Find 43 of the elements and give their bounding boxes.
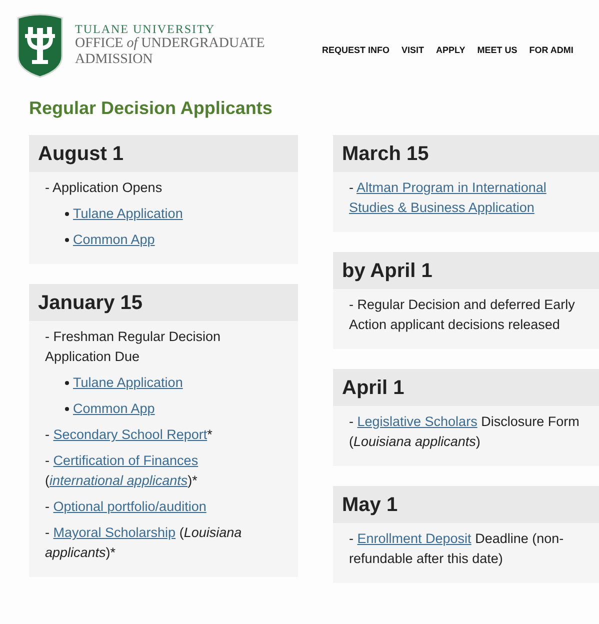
link[interactable]: Common App <box>73 399 155 419</box>
deadline-item: - Optional portfolio/audition <box>45 498 208 516</box>
deadline-item: - Legislative Scholars Disclosure Form (Louisiana applicants) <box>349 413 580 451</box>
link[interactable]: Mayoral Scholarship <box>53 525 176 540</box>
deadline-item: - Altman Program in International Studies & Business Application <box>349 179 548 217</box>
nav-link[interactable]: MEET US <box>477 45 518 55</box>
link[interactable]: international applicants <box>50 473 188 488</box>
nav-link[interactable]: APPLY <box>436 45 466 55</box>
link[interactable]: Common App <box>73 230 155 250</box>
office-name: ADMISSION <box>75 52 154 68</box>
bullet-icon <box>65 407 69 411</box>
bullet-icon <box>65 381 69 385</box>
university-name: TULANE UNIVERSITY <box>75 22 216 36</box>
link[interactable]: Tulane Application <box>73 204 183 224</box>
deadline-date: by April 1 <box>333 252 599 289</box>
deadline-date: August 1 <box>29 135 298 172</box>
link[interactable]: Tulane Application <box>73 373 183 393</box>
nav-link[interactable]: REQUEST INFO <box>322 45 390 55</box>
deadline-item: - Application Opens <box>45 179 164 197</box>
deadline-item: - Freshman Regular Decision Application Due <box>45 328 222 366</box>
office-name: OFFICE of UNDERGRADUATE <box>75 36 266 52</box>
link[interactable]: Optional portfolio/audition <box>53 499 206 514</box>
link[interactable]: Secondary School Report <box>53 427 208 442</box>
link[interactable]: Studies & Business Application <box>349 200 534 215</box>
bullet-icon <box>65 212 69 216</box>
link[interactable]: Enrollment Deposit <box>357 531 472 546</box>
deadline-item: - Secondary School Report* <box>45 426 214 444</box>
deadline-date: April 1 <box>333 369 599 406</box>
nav-link[interactable]: FOR ADMI <box>529 45 574 55</box>
deadline-item: - Enrollment Deposit Deadline (non-refundable after this date) <box>349 530 565 568</box>
deadline-item: - Regular Decision and deferred Early Action applicant decisions released <box>349 296 576 334</box>
deadline-item: - Certification of Finances (international applicants)* <box>45 452 200 490</box>
page-title: Regular Decision Applicants <box>29 98 274 119</box>
deadline-item: - Mayoral Scholarship (Louisiana applicants)* <box>45 524 243 562</box>
link[interactable]: Legislative Scholars <box>357 414 478 429</box>
deadline-date: March 15 <box>333 135 599 172</box>
link[interactable]: Certification of Finances <box>53 453 198 468</box>
nav-link[interactable]: VISIT <box>402 45 424 55</box>
deadline-date: January 15 <box>29 284 298 321</box>
bullet-icon <box>65 238 69 242</box>
link[interactable]: Altman Program in International <box>356 180 546 195</box>
deadline-date: May 1 <box>333 486 599 523</box>
shield-logo-icon <box>16 12 64 78</box>
